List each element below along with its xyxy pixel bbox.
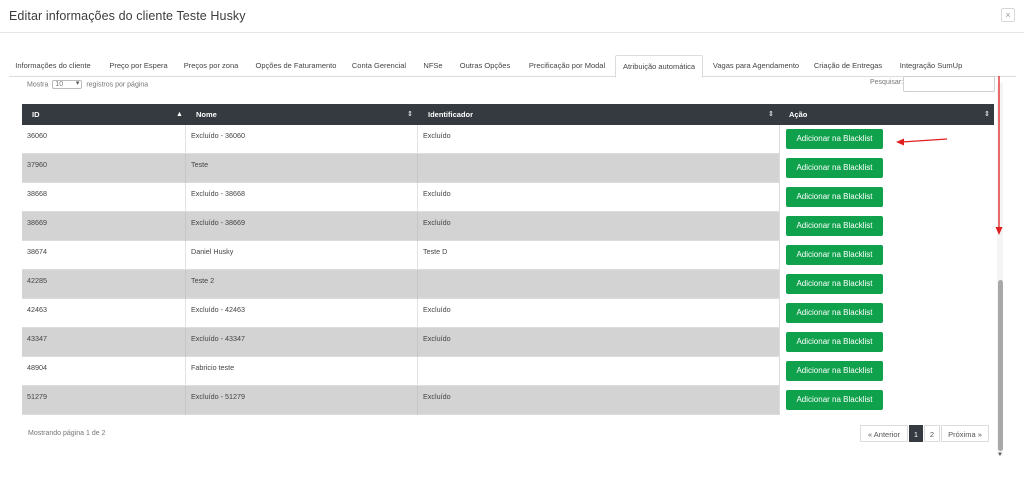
sort-asc-icon[interactable]: ▲ — [176, 104, 183, 125]
sort-both-icon[interactable]: ⇕ — [984, 104, 990, 125]
cell-identificador: Teste D — [423, 247, 448, 256]
add-to-blacklist-button[interactable]: Adicionar na Blacklist — [786, 390, 883, 410]
cell-identificador: Excluído — [423, 305, 451, 314]
cell-id: 36060 — [22, 125, 186, 154]
search-input[interactable] — [903, 76, 995, 92]
add-to-blacklist-button[interactable]: Adicionar na Blacklist — [786, 216, 883, 236]
edit-client-modal: Editar informações do cliente Teste Husk… — [0, 0, 1024, 488]
header-id[interactable]: ID — [22, 104, 186, 125]
table-row: 43347 Excluído - 43347 Excluído Adiciona… — [22, 328, 994, 357]
header-acao[interactable]: Ação — [779, 104, 994, 125]
table-info: Mostrando página 1 de 2 — [28, 430, 106, 437]
tab-integracao-sumup[interactable]: Integração SumUp — [896, 55, 966, 77]
table-row: 38674 Daniel Husky Teste D Adicionar na … — [22, 241, 994, 270]
table-row: 42285 Teste 2 Adicionar na Blacklist — [22, 270, 994, 299]
add-to-blacklist-button[interactable]: Adicionar na Blacklist — [786, 332, 883, 352]
cell-id: 42463 — [22, 299, 186, 328]
add-to-blacklist-button[interactable]: Adicionar na Blacklist — [786, 245, 883, 265]
close-icon[interactable]: × — [1001, 8, 1015, 22]
cell-id: 51279 — [22, 386, 186, 415]
cell-nome: Fabricio teste — [186, 357, 418, 386]
add-to-blacklist-button[interactable]: Adicionar na Blacklist — [786, 129, 883, 149]
tab-bar: Informações do cliente Preço por Espera … — [9, 55, 1016, 78]
tab-atribuicao-automatica[interactable]: Atribuição automática — [615, 55, 703, 78]
length-menu: Mostra 10 registros por página — [27, 80, 148, 89]
cell-acao: Adicionar na Blacklist — [779, 154, 994, 183]
cell-id: 38668 — [22, 183, 186, 212]
header-identificador[interactable]: Identificador — [418, 104, 779, 125]
table-row: 37960 Teste Adicionar na Blacklist — [22, 154, 994, 183]
cell-acao: Adicionar na Blacklist — [779, 241, 994, 270]
cell-id: 42285 — [22, 270, 186, 299]
tab-criacao-de-entregas[interactable]: Criação de Entregas — [812, 55, 884, 77]
modal-header: Editar informações do cliente Teste Husk… — [0, 0, 1024, 33]
cell-nome: Excluído - 38668 — [186, 183, 418, 212]
table-row: 48904 Fabricio teste Adicionar na Blackl… — [22, 357, 994, 386]
tab-precificacao-por-modal[interactable]: Precificação por Modal — [523, 55, 611, 77]
length-select[interactable]: 10 — [52, 80, 83, 89]
tab-conta-gerencial[interactable]: Conta Gerencial — [347, 55, 411, 77]
search-label: Pesquisar: — [870, 79, 904, 86]
cell-acao: Adicionar na Blacklist — [779, 183, 994, 212]
cell-id: 38674 — [22, 241, 186, 270]
cell-acao: Adicionar na Blacklist — [779, 299, 994, 328]
cell-acao: Adicionar na Blacklist — [779, 386, 994, 415]
tab-vagas-para-agendamento[interactable]: Vagas para Agendamento — [709, 55, 803, 77]
cell-nome: Excluído - 42463 — [186, 299, 418, 328]
cell-nome: Teste — [186, 154, 418, 183]
cell-identificador — [418, 154, 779, 183]
header-nome[interactable]: Nome — [186, 104, 418, 125]
table-row: 42463 Excluído - 42463 Excluído Adiciona… — [22, 299, 994, 328]
cell-acao: Adicionar na Blacklist — [779, 328, 994, 357]
cell-nome: Excluído - 51279 — [186, 386, 418, 415]
table-row: 38668 Excluído - 38668 Excluído Adiciona… — [22, 183, 994, 212]
cell-identificador: Excluído — [423, 131, 451, 140]
pagination-next[interactable]: Próxima » — [941, 425, 989, 442]
pagination-page-2[interactable]: 2 — [924, 425, 940, 442]
length-menu-prefix: Mostra — [27, 81, 49, 89]
table-row: 38669 Excluído - 38669 Excluído Adiciona… — [22, 212, 994, 241]
cell-acao: Adicionar na Blacklist — [779, 212, 994, 241]
table-row: 51279 Excluído - 51279 Excluído Adiciona… — [22, 386, 994, 415]
cell-identificador — [418, 357, 779, 386]
pagination-page-1[interactable]: 1 — [909, 425, 923, 442]
cell-id: 48904 — [22, 357, 186, 386]
cell-nome: Teste 2 — [186, 270, 418, 299]
cell-acao: Adicionar na Blacklist — [779, 125, 994, 154]
tab-precos-por-zona[interactable]: Preços por zona — [179, 55, 243, 77]
cell-identificador: Excluído — [423, 218, 451, 227]
add-to-blacklist-button[interactable]: Adicionar na Blacklist — [786, 187, 883, 207]
cell-nome: Daniel Husky — [186, 241, 418, 270]
add-to-blacklist-button[interactable]: Adicionar na Blacklist — [786, 361, 883, 381]
length-menu-suffix: registros por página — [86, 81, 149, 89]
cell-acao: Adicionar na Blacklist — [779, 357, 994, 386]
cell-identificador: Excluído — [423, 334, 451, 343]
sort-both-icon[interactable]: ⇕ — [407, 104, 413, 125]
sort-both-icon[interactable]: ⇕ — [768, 104, 774, 125]
cell-id: 38669 — [22, 212, 186, 241]
add-to-blacklist-button[interactable]: Adicionar na Blacklist — [786, 303, 883, 323]
cell-nome: Excluído - 43347 — [186, 328, 418, 357]
scroll-down-icon[interactable]: ▼ — [997, 452, 1003, 458]
table-row: 36060 Excluído - 36060 Excluído Adiciona… — [22, 125, 994, 154]
pagination-previous[interactable]: « Anterior — [860, 425, 908, 442]
cell-nome: Excluído - 38669 — [186, 212, 418, 241]
add-to-blacklist-button[interactable]: Adicionar na Blacklist — [786, 274, 883, 294]
cell-identificador — [418, 270, 779, 299]
add-to-blacklist-button[interactable]: Adicionar na Blacklist — [786, 158, 883, 178]
modal-title: Editar informações do cliente Teste Husk… — [9, 9, 246, 23]
cell-id: 37960 — [22, 154, 186, 183]
cell-acao: Adicionar na Blacklist — [779, 270, 994, 299]
cell-identificador: Excluído — [423, 189, 451, 198]
table-header: ID ▲ Nome ⇕ Identificador ⇕ Ação ⇕ — [22, 104, 994, 125]
tab-outras-opcoes[interactable]: Outras Opções — [456, 55, 514, 77]
cell-nome: Excluído - 36060 — [186, 125, 418, 154]
tab-opcoes-de-faturamento[interactable]: Opções de Faturamento — [252, 55, 340, 77]
tab-preco-por-espera[interactable]: Preço por Espera — [103, 55, 174, 77]
tab-nfse[interactable]: NFSe — [420, 55, 446, 77]
cell-id: 43347 — [22, 328, 186, 357]
tab-informacoes-do-cliente[interactable]: Informações do cliente — [9, 55, 97, 77]
scrollbar-thumb[interactable] — [998, 280, 1003, 451]
cell-identificador: Excluído — [423, 392, 451, 401]
